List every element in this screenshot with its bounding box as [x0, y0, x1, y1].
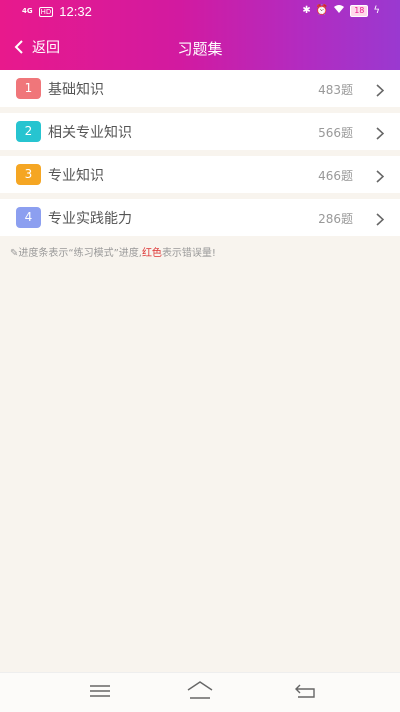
chevron-right-icon — [376, 82, 385, 101]
charging-icon: ϟ — [373, 5, 380, 16]
hint-red-word: 红色 — [141, 248, 162, 259]
item-index-badge: 3 — [16, 164, 41, 185]
home-icon[interactable] — [187, 681, 213, 703]
status-time: 12:32 — [59, 4, 92, 19]
item-label: 相关专业知识 — [48, 125, 132, 141]
list-item[interactable]: 3 专业知识 466题 — [0, 156, 400, 193]
item-count: 483题 — [318, 83, 353, 97]
list-item[interactable]: 4 专业实践能力 286题 — [0, 199, 400, 236]
nav-bar: 返回 习题集 — [0, 34, 400, 62]
list-item[interactable]: 1 基础知识 483题 — [0, 70, 400, 107]
network-indicator: 4G — [22, 7, 33, 15]
item-count: 286题 — [318, 212, 353, 226]
app-header: 4G HD 12:32 ✱ ⏰ 18 ϟ 返回 习题集 — [0, 0, 400, 70]
alarm-icon: ⏰ — [315, 5, 329, 16]
chevron-right-icon — [376, 125, 385, 144]
page-title: 习题集 — [177, 40, 223, 58]
exercise-list: 1 基础知识 483题 2 相关专业知识 566题 3 专业知识 466题 4 … — [0, 70, 400, 242]
item-label: 基础知识 — [48, 82, 104, 98]
menu-icon[interactable] — [89, 683, 111, 702]
list-item[interactable]: 2 相关专业知识 566题 — [0, 113, 400, 150]
progress-hint: ✎进度条表示“练习模式”进度,红色表示错误量! — [10, 244, 216, 259]
item-label: 专业知识 — [48, 168, 104, 184]
status-bar: 4G HD 12:32 ✱ ⏰ 18 ϟ — [0, 0, 400, 24]
system-nav-bar — [0, 672, 400, 712]
chevron-right-icon — [376, 168, 385, 187]
back-nav-icon[interactable] — [294, 683, 316, 702]
item-label: 专业实践能力 — [48, 211, 132, 227]
chevron-right-icon — [376, 211, 385, 230]
hint-prefix: 进度条表示“练习模式”进度, — [18, 248, 142, 259]
item-index-badge: 1 — [16, 78, 41, 99]
battery-indicator: 18 — [350, 5, 369, 17]
item-index-badge: 2 — [16, 121, 41, 142]
bluetooth-icon: ✱ — [302, 5, 311, 16]
hd-indicator: HD — [38, 6, 54, 17]
item-index-badge: 4 — [16, 207, 41, 228]
item-count: 466题 — [318, 169, 353, 183]
hint-suffix: 表示错误量! — [161, 248, 216, 259]
wifi-icon — [333, 4, 345, 18]
item-count: 566题 — [318, 126, 353, 140]
